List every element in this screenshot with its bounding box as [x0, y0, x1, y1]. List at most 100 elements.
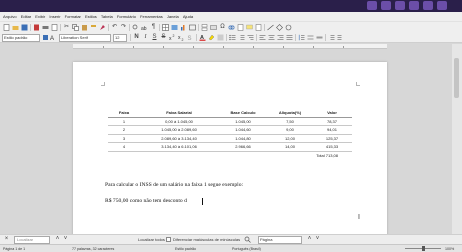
increase-indent-icon[interactable] — [328, 34, 335, 41]
clone-formatting-icon[interactable] — [90, 24, 97, 31]
hyperlink-icon[interactable] — [228, 24, 235, 31]
highlight-color-icon[interactable] — [208, 34, 215, 41]
decrease-indent-icon[interactable] — [337, 34, 344, 41]
update-style-icon[interactable] — [42, 34, 49, 41]
table-cell[interactable]: 1.044,60 — [218, 125, 268, 135]
cut-icon[interactable]: ✂ — [63, 24, 70, 31]
insert-chart-icon[interactable] — [180, 24, 187, 31]
find-search-icon[interactable] — [244, 236, 251, 243]
table-total-cell[interactable]: Total 713,08 — [108, 151, 352, 160]
table-cell[interactable]: 1 — [108, 117, 140, 126]
table-cell[interactable]: 125,37 — [312, 134, 352, 143]
italic-icon[interactable]: I — [142, 34, 149, 41]
match-case-checkbox[interactable] — [166, 237, 171, 242]
align-left-icon[interactable] — [259, 34, 266, 41]
copy-icon[interactable] — [72, 24, 79, 31]
table-cell[interactable]: 9,00 — [268, 125, 312, 135]
shadow-icon[interactable]: S — [187, 34, 194, 41]
subscript-icon[interactable]: x2 — [178, 34, 185, 41]
track-changes-icon[interactable] — [255, 24, 262, 31]
table-cell[interactable]: 4 — [108, 142, 140, 152]
page-break-icon[interactable] — [201, 24, 208, 31]
spelling-icon[interactable]: ab — [141, 24, 148, 31]
insert-line-icon[interactable] — [267, 24, 274, 31]
font-color-icon[interactable]: A — [199, 34, 206, 41]
table-cell[interactable]: 78,37 — [312, 117, 352, 126]
special-character-icon[interactable]: Ω — [219, 24, 226, 31]
find-next-icon[interactable]: ˅ — [62, 236, 69, 243]
table-cell[interactable]: 2 — [108, 125, 140, 135]
show-draw-functions-icon[interactable] — [285, 24, 292, 31]
page-style[interactable]: Estilo padrão — [175, 246, 196, 252]
new-document-icon[interactable] — [3, 24, 10, 31]
zoom-level[interactable]: 100% — [445, 246, 454, 252]
menu-tools[interactable]: Ferramentas — [140, 12, 163, 21]
new-style-icon[interactable]: A — [50, 34, 57, 41]
insert-image-icon[interactable] — [171, 24, 178, 31]
menu-format[interactable]: Formatar — [65, 12, 81, 21]
clear-formatting-icon[interactable] — [99, 24, 106, 31]
menu-styles[interactable]: Estilos — [85, 12, 97, 21]
print-preview-icon[interactable] — [51, 24, 58, 31]
line-spacing-icon[interactable] — [298, 34, 305, 41]
table-cell[interactable]: 94,01 — [312, 125, 352, 135]
table-cell[interactable]: 0,00 à 1.045,00 — [140, 117, 218, 126]
superscript-icon[interactable]: x2 — [169, 34, 176, 41]
close-find-icon[interactable]: × — [3, 236, 10, 243]
align-center-icon[interactable] — [268, 34, 275, 41]
table-cell[interactable]: 1.044,80 — [218, 134, 268, 143]
basic-shapes-icon[interactable] — [276, 24, 283, 31]
language[interactable]: Português (Brasil) — [232, 246, 261, 252]
underline-icon[interactable]: S — [151, 34, 158, 41]
inss-table[interactable]: Faixa Faixa Salarial Base Calculo Aliquo… — [108, 109, 352, 160]
print-icon[interactable] — [42, 24, 49, 31]
scrollbar-thumb[interactable] — [454, 58, 459, 98]
menu-window[interactable]: Janela — [167, 12, 179, 21]
menu-file[interactable]: Arquivo — [3, 12, 17, 21]
find-option-up-icon[interactable]: ˄ — [306, 236, 313, 243]
find-option-combo[interactable]: Página — [258, 236, 302, 244]
strikethrough-icon[interactable]: S — [160, 34, 167, 41]
redo-icon[interactable]: ↷ — [120, 24, 127, 31]
menu-insert[interactable]: Inserir — [49, 12, 60, 21]
menu-help[interactable]: Ajuda — [183, 12, 193, 21]
table-cell[interactable]: 7,50 — [268, 117, 312, 126]
insert-field-icon[interactable] — [210, 24, 217, 31]
formatting-marks-icon[interactable]: ¶ — [150, 24, 157, 31]
app-icon[interactable] — [409, 1, 419, 10]
open-folder-icon[interactable] — [12, 24, 19, 31]
bullets-icon[interactable] — [229, 34, 236, 41]
bold-icon[interactable]: N — [133, 34, 140, 41]
character-background-icon[interactable] — [217, 34, 224, 41]
outline-icon[interactable] — [247, 34, 254, 41]
save-icon[interactable] — [21, 24, 28, 31]
find-all-button[interactable]: Localizar todos — [138, 236, 165, 244]
find-input[interactable]: Localizar — [14, 236, 50, 244]
document-page[interactable]: Faixa Faixa Salarial Base Calculo Aliquo… — [73, 62, 387, 238]
horizontal-ruler[interactable] — [73, 44, 387, 49]
table-cell[interactable]: 3 — [108, 134, 140, 143]
app-icon[interactable] — [367, 1, 377, 10]
table-cell[interactable]: 1.045,00 à 2.089,60 — [140, 125, 218, 135]
footnote-icon[interactable] — [237, 24, 244, 31]
app-icon[interactable] — [395, 1, 405, 10]
font-name-combo[interactable]: Liberation Serif — [59, 34, 111, 42]
paragraph-style-combo[interactable]: Estilo padrão — [2, 34, 40, 42]
body-paragraph-editing[interactable]: R$ 750,00 como não tem desconto d — [105, 198, 187, 204]
menu-view[interactable]: Exibir — [35, 12, 45, 21]
paste-icon[interactable] — [81, 24, 88, 31]
increase-paragraph-spacing-icon[interactable] — [307, 34, 314, 41]
undo-icon[interactable]: ↶ — [111, 24, 118, 31]
table-cell[interactable]: 2.089,60 à 3.134,40 — [140, 134, 218, 143]
export-pdf-icon[interactable] — [33, 24, 40, 31]
insert-table-icon[interactable] — [162, 24, 169, 31]
font-size-combo[interactable]: 12 — [113, 34, 127, 42]
app-icon[interactable] — [437, 1, 447, 10]
table-cell[interactable]: 415,33 — [312, 142, 352, 152]
table-cell[interactable]: 3.134,40 à 6.101,06 — [140, 142, 218, 152]
vertical-scrollbar[interactable] — [452, 44, 462, 234]
body-paragraph[interactable]: Para calcular o INSS de um salário na fa… — [105, 182, 243, 188]
menu-edit[interactable]: Editar — [21, 12, 31, 21]
justify-icon[interactable] — [286, 34, 293, 41]
app-icon[interactable] — [423, 1, 433, 10]
